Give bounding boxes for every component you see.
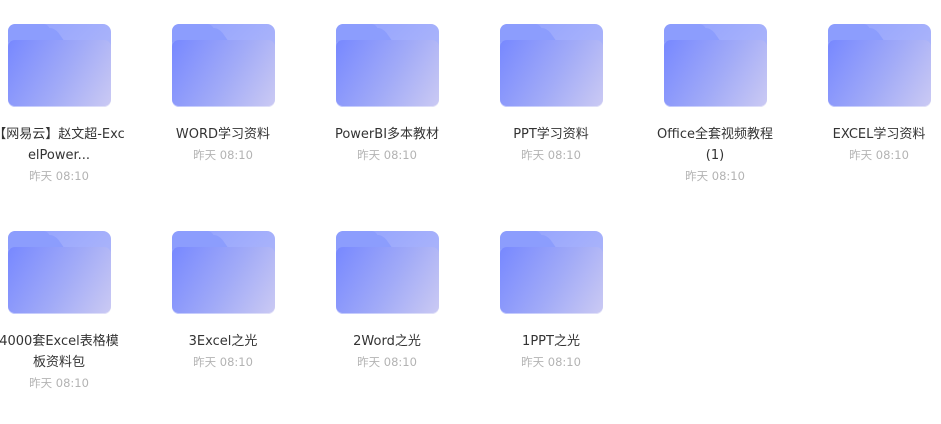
folder-item[interactable]: 【网易云】赵文超-ExcelPower... 昨天 08:10 xyxy=(0,24,129,187)
folder-name: WORD学习资料 xyxy=(175,127,271,142)
folder-name: PPT学习资料 xyxy=(513,127,589,142)
folder-time: 昨天 08:10 xyxy=(29,376,89,390)
folder-time: 昨天 08:10 xyxy=(29,169,89,183)
folder-icon xyxy=(171,24,275,107)
folder-item[interactable]: 1PPT之光 昨天 08:10 xyxy=(481,231,621,373)
folder-name: PowerBI多本教材 xyxy=(334,127,440,142)
folder-item[interactable]: 4000套Excel表格模板资料包 昨天 08:10 xyxy=(0,231,129,394)
folder-time: 昨天 08:10 xyxy=(193,355,253,369)
folder-name: 2Word之光 xyxy=(353,334,421,349)
folder-item[interactable]: 2Word之光 昨天 08:10 xyxy=(317,231,457,373)
folder-item[interactable]: PowerBI多本教材 昨天 08:10 xyxy=(317,24,457,166)
folder-icon xyxy=(171,231,275,314)
folder-time: 昨天 08:10 xyxy=(521,148,581,162)
folder-item[interactable]: WORD学习资料 昨天 08:10 xyxy=(153,24,293,166)
folder-name: Office全套视频教程(1) xyxy=(657,127,773,163)
folder-time: 昨天 08:10 xyxy=(357,355,417,369)
folder-time: 昨天 08:10 xyxy=(521,355,581,369)
folder-time: 昨天 08:10 xyxy=(193,148,253,162)
folder-name: 4000套Excel表格模板资料包 xyxy=(0,334,119,370)
folder-icon xyxy=(499,24,603,107)
folder-name: 3Excel之光 xyxy=(188,334,258,349)
folder-name: 1PPT之光 xyxy=(522,334,580,349)
folder-item[interactable]: 3Excel之光 昨天 08:10 xyxy=(153,231,293,373)
folder-icon xyxy=(335,24,439,107)
folder-icon xyxy=(663,24,767,107)
folder-icon xyxy=(499,231,603,314)
folder-time: 昨天 08:10 xyxy=(849,148,909,162)
folder-name: 【网易云】赵文超-ExcelPower... xyxy=(0,127,125,163)
folder-icon xyxy=(335,231,439,314)
folder-name: EXCEL学习资料 xyxy=(832,127,926,142)
folder-item[interactable]: Office全套视频教程(1) 昨天 08:10 xyxy=(645,24,785,187)
folder-time: 昨天 08:10 xyxy=(357,148,417,162)
folder-time: 昨天 08:10 xyxy=(685,169,745,183)
folder-item[interactable]: PPT学习资料 昨天 08:10 xyxy=(481,24,621,166)
folder-icon xyxy=(7,231,111,314)
folder-icon xyxy=(827,24,931,107)
file-grid: 【网易云】赵文超-ExcelPower... 昨天 08:10 WORD学习资料… xyxy=(0,0,941,424)
folder-item[interactable]: EXCEL学习资料 昨天 08:10 xyxy=(809,24,941,166)
folder-icon xyxy=(7,24,111,107)
